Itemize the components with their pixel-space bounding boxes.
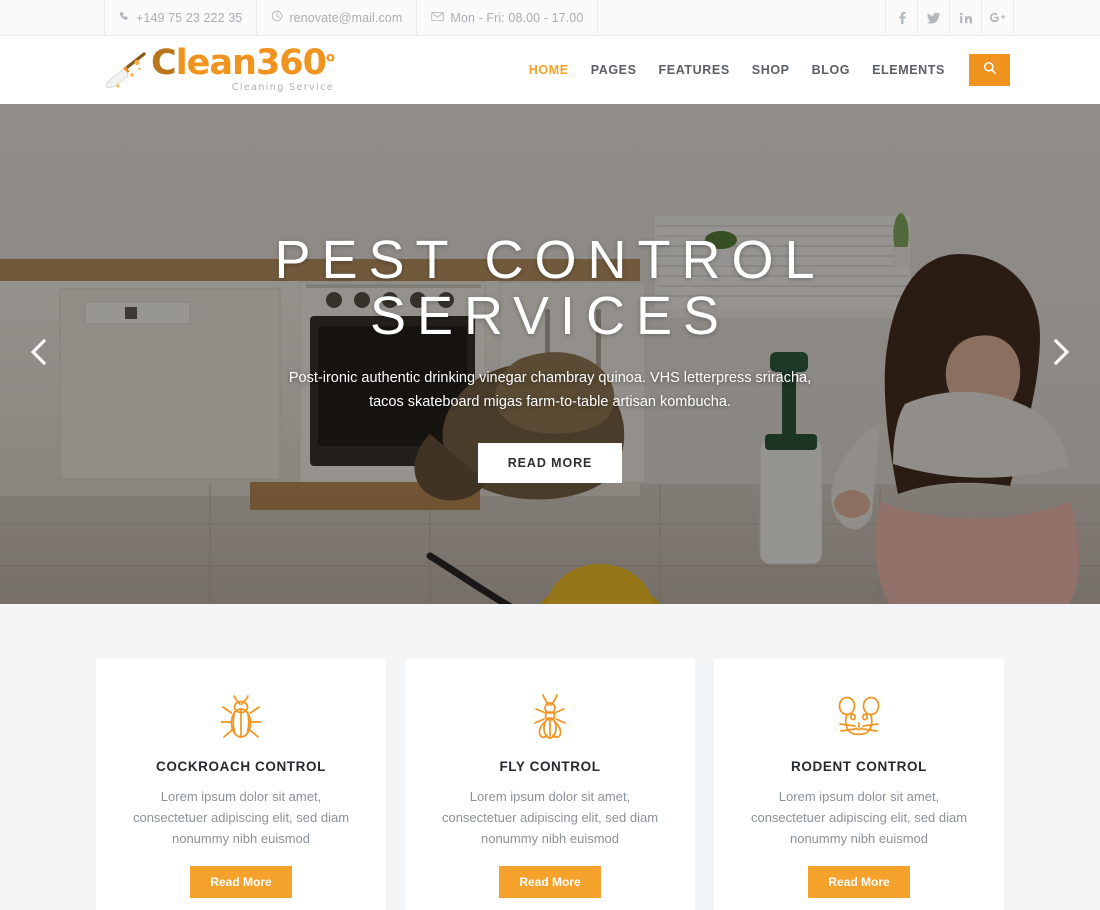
service-read-more-button[interactable]: Read More xyxy=(190,866,292,899)
fly-icon xyxy=(427,689,673,745)
site-logo[interactable]: Clean360o Cleaning Service xyxy=(103,42,335,95)
slider-next-button[interactable] xyxy=(1038,331,1084,377)
hero-slider: PEST CONTROL SERVICES Post-ironic authen… xyxy=(0,104,1100,604)
topbar-social-list xyxy=(885,0,1014,35)
clock-icon xyxy=(271,10,283,25)
linkedin-icon[interactable] xyxy=(949,0,982,35)
nav-item-shop[interactable]: SHOP xyxy=(741,63,801,77)
chevron-left-icon xyxy=(26,336,52,373)
search-button[interactable] xyxy=(969,54,1010,86)
service-card-title: COCKROACH CONTROL xyxy=(156,759,326,774)
hero-read-more-button[interactable]: READ MORE xyxy=(477,442,623,483)
topbar-phone-text: +149 75 23 222 35 xyxy=(136,10,243,25)
service-card-cockroach: COCKROACH CONTROL Lorem ipsum dolor sit … xyxy=(96,659,386,910)
hero-content: PEST CONTROL SERVICES Post-ironic authen… xyxy=(0,104,1100,604)
hero-subtitle: Post-ironic authentic drinking vinegar c… xyxy=(288,369,812,410)
phone-icon xyxy=(119,11,130,25)
nav-item-features[interactable]: FEATURES xyxy=(648,63,741,77)
cockroach-icon xyxy=(118,689,364,745)
nav-item-pages[interactable]: PAGES xyxy=(580,63,648,77)
search-icon xyxy=(983,61,997,80)
service-card-description: Lorem ipsum dolor sit amet, consectetuer… xyxy=(441,789,659,847)
logo-initial: C xyxy=(151,42,177,83)
logo-wordmark: Clean360o xyxy=(151,42,335,83)
topbar-hours[interactable]: Mon - Fri: 08.00 - 17.00 xyxy=(416,0,599,35)
services-section: COCKROACH CONTROL Lorem ipsum dolor sit … xyxy=(0,604,1100,910)
logo-degree: o xyxy=(326,49,335,65)
service-card-description: Lorem ipsum dolor sit amet, consectetuer… xyxy=(132,789,350,847)
google-plus-icon[interactable] xyxy=(981,0,1014,35)
nav-item-blog[interactable]: BLOG xyxy=(801,63,862,77)
nav-item-home[interactable]: HOME xyxy=(518,63,580,77)
topbar-contact-list: +149 75 23 222 35 renovate@mail.com Mon … xyxy=(104,0,599,35)
service-card-rodent: RODENT CONTROL Lorem ipsum dolor sit ame… xyxy=(714,659,1004,910)
logo-name: lean360 xyxy=(175,42,327,83)
service-card-fly: FLY CONTROL Lorem ipsum dolor sit amet, … xyxy=(405,659,695,910)
service-card-title: FLY CONTROL xyxy=(499,759,601,774)
facebook-icon[interactable] xyxy=(885,0,918,35)
main-navigation: HOME PAGES FEATURES SHOP BLOG ELEMENTS xyxy=(518,54,1010,86)
topbar-hours-text: Mon - Fri: 08.00 - 17.00 xyxy=(450,10,584,25)
site-header: Clean360o Cleaning Service HOME PAGES FE… xyxy=(0,36,1100,104)
hero-title: PEST CONTROL SERVICES xyxy=(274,230,826,347)
service-card-title: RODENT CONTROL xyxy=(791,759,927,774)
envelope-icon xyxy=(431,11,445,25)
topbar-email-text: renovate@mail.com xyxy=(289,10,403,25)
topbar-email[interactable]: renovate@mail.com xyxy=(256,0,418,35)
broom-icon xyxy=(103,51,149,95)
logo-tagline: Cleaning Service xyxy=(231,81,334,93)
rodent-icon xyxy=(736,689,982,745)
nav-item-elements[interactable]: ELEMENTS xyxy=(861,63,956,77)
slider-prev-button[interactable] xyxy=(16,331,62,377)
top-bar: +149 75 23 222 35 renovate@mail.com Mon … xyxy=(0,0,1100,36)
chevron-right-icon xyxy=(1048,336,1074,373)
logo-text-block: Clean360o Cleaning Service xyxy=(151,42,335,93)
service-read-more-button[interactable]: Read More xyxy=(808,866,910,899)
service-read-more-button[interactable]: Read More xyxy=(499,866,601,899)
topbar-phone[interactable]: +149 75 23 222 35 xyxy=(104,0,258,35)
twitter-icon[interactable] xyxy=(917,0,950,35)
service-card-description: Lorem ipsum dolor sit amet, consectetuer… xyxy=(750,789,968,847)
